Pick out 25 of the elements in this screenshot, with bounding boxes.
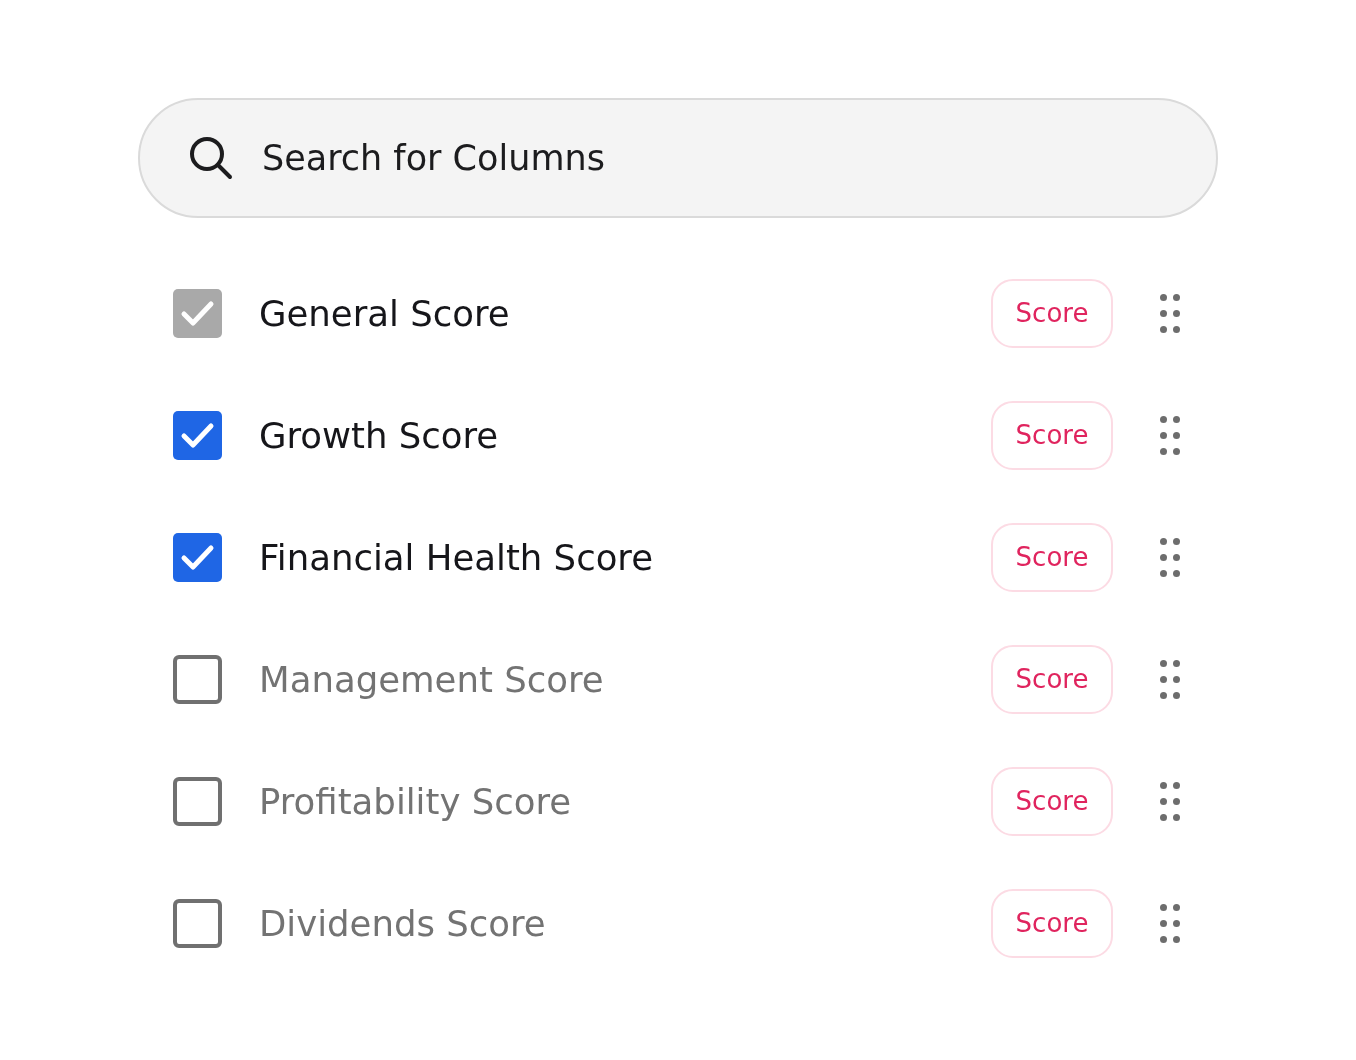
drag-handle-icon[interactable]	[1160, 903, 1180, 943]
column-label: Financial Health Score	[259, 536, 654, 578]
drag-handle-icon[interactable]	[1160, 537, 1180, 577]
checkbox[interactable]	[173, 410, 222, 460]
drag-handle-icon[interactable]	[1160, 781, 1180, 821]
column-label: Profitability Score	[259, 780, 572, 822]
drag-handle-icon[interactable]	[1160, 293, 1180, 333]
column-label: Dividends Score	[259, 902, 546, 944]
checkbox[interactable]	[173, 532, 222, 582]
score-tag: Score	[991, 522, 1113, 592]
score-tag: Score	[991, 400, 1113, 470]
column-label: General Score	[259, 292, 510, 334]
checkbox[interactable]	[173, 654, 222, 704]
score-tag: Score	[991, 888, 1113, 958]
drag-handle-icon[interactable]	[1160, 659, 1180, 699]
checkbox[interactable]	[173, 776, 222, 826]
score-tag: Score	[991, 766, 1113, 836]
drag-handle-icon[interactable]	[1160, 415, 1180, 455]
score-tag: Score	[991, 644, 1113, 714]
search-field[interactable]: Search for Columns	[138, 98, 1218, 218]
column-label: Management Score	[259, 658, 604, 700]
checkbox[interactable]	[173, 898, 222, 948]
score-tag: Score	[991, 278, 1113, 348]
search-icon	[189, 136, 233, 180]
column-label: Growth Score	[259, 414, 499, 456]
